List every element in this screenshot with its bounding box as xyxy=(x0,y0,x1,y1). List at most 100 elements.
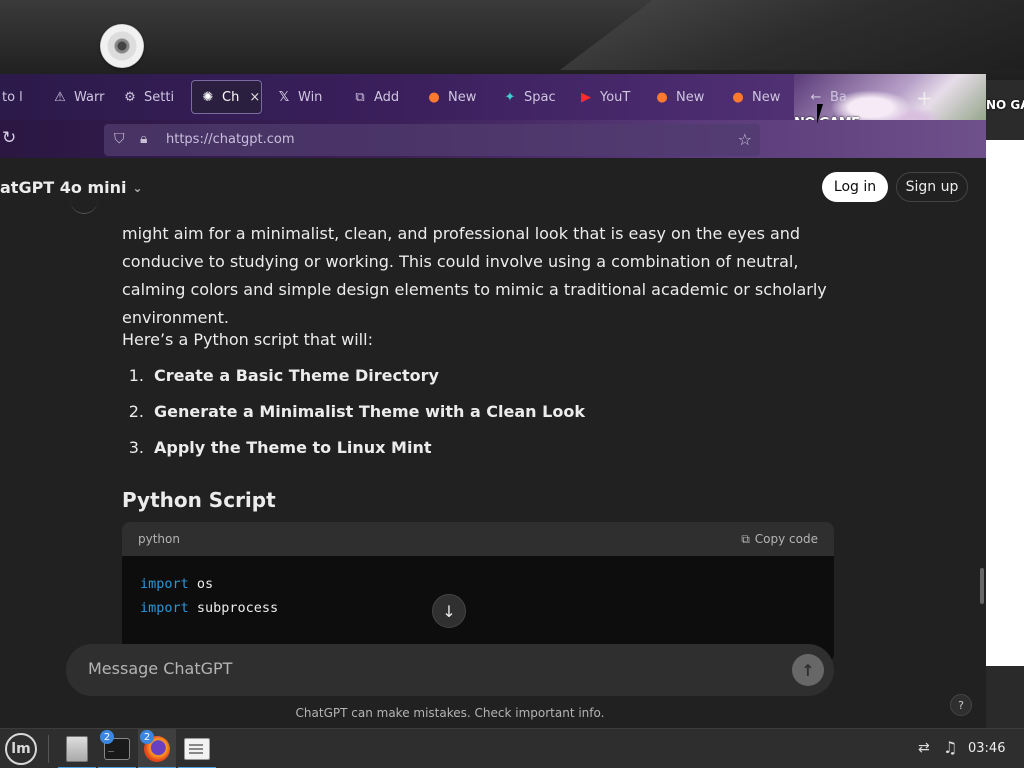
list-number: 2. xyxy=(128,402,144,421)
tab[interactable]: ● New xyxy=(722,80,786,114)
tab[interactable]: 𝕏 Win xyxy=(268,80,334,114)
send-button[interactable]: ↑ xyxy=(792,654,824,686)
disc-icon[interactable] xyxy=(100,24,144,68)
x-logo-icon: 𝕏 xyxy=(278,89,290,105)
scroll-down-button[interactable]: ↓ xyxy=(432,594,466,628)
code-body: import os import subprocess xyxy=(122,556,834,636)
tab[interactable]: ← Ba xyxy=(800,80,850,114)
taskbar-app-text-editor[interactable] xyxy=(178,729,216,768)
list-item: 1. Create a Basic Theme Directory xyxy=(122,366,439,385)
new-tab-button[interactable]: + xyxy=(916,86,933,110)
back-icon: ← xyxy=(810,89,822,105)
url-bar[interactable]: ⛉ 🔒︎ https://chatgpt.com ☆ xyxy=(104,124,760,156)
bookmark-star-icon[interactable]: ☆ xyxy=(738,130,752,149)
section-heading: Python Script xyxy=(122,488,276,512)
tab-label: Ba xyxy=(830,89,847,105)
tab-label: New xyxy=(752,89,781,105)
firefox-icon: ● xyxy=(732,89,744,105)
copy-code-label: Copy code xyxy=(754,532,818,546)
desktop-background xyxy=(0,0,1024,80)
list-item: 2. Generate a Minimalist Theme with a Cl… xyxy=(122,402,585,421)
warning-icon: ⚠ xyxy=(54,89,66,105)
tab-label: Spac xyxy=(524,89,556,105)
taskbar: lm _ 2 2 ⇄ ♫ 03:46 xyxy=(0,728,1024,768)
message-composer: ↑ xyxy=(66,644,834,696)
message-input[interactable] xyxy=(88,659,768,678)
taskbar-separator xyxy=(48,735,49,763)
code-language: python xyxy=(138,532,180,546)
firefox-icon: ● xyxy=(656,89,668,105)
spaces-icon: ✦ xyxy=(504,89,516,105)
firefox-icon: ● xyxy=(428,89,440,105)
tab-label: Warr xyxy=(74,89,105,105)
youtube-icon: ▶ xyxy=(581,89,591,105)
tab-label: Setti xyxy=(144,89,175,105)
tab[interactable]: ● New xyxy=(418,80,482,114)
code-header: python ⧉ Copy code xyxy=(122,522,834,556)
close-icon[interactable]: × xyxy=(249,90,260,105)
taskbar-app-firefox[interactable]: 2 xyxy=(138,729,176,768)
help-button[interactable]: ? xyxy=(950,694,972,716)
tab[interactable]: ⚙ Setti xyxy=(114,80,178,114)
login-button[interactable]: Log in xyxy=(822,172,888,202)
lock-icon[interactable]: 🔒︎ xyxy=(140,131,147,147)
chevron-down-icon: ⌄ xyxy=(132,180,143,195)
tab[interactable]: ▶ YouT xyxy=(570,80,636,114)
tab-bar: to l ⚠ Warr ⚙ Setti ✺ Ch × 𝕏 Win ⧉ Add ●… xyxy=(0,74,986,158)
file-manager-icon xyxy=(66,736,88,762)
model-name: atGPT 4o mini xyxy=(0,178,127,197)
list-number: 1. xyxy=(128,366,144,385)
taskbar-app-files[interactable] xyxy=(58,729,96,768)
tab-label: YouT xyxy=(600,89,631,105)
clock[interactable]: 03:46 xyxy=(968,741,1005,756)
code-text: subprocess xyxy=(188,600,279,616)
tab-label: New xyxy=(676,89,705,105)
tab[interactable]: ✦ Spac xyxy=(494,80,560,114)
scrollbar-thumb[interactable] xyxy=(980,568,984,604)
list-number: 3. xyxy=(128,438,144,457)
linux-mint-menu-button[interactable]: lm xyxy=(5,733,37,765)
tab[interactable]: to l xyxy=(0,80,44,114)
response-intro: Here’s a Python script that will: xyxy=(122,330,373,349)
model-selector[interactable]: atGPT 4o mini ⌄ xyxy=(0,178,143,197)
copy-code-button[interactable]: ⧉ Copy code xyxy=(741,532,818,547)
taskbar-app-terminal[interactable]: _ 2 xyxy=(98,729,136,768)
shield-icon[interactable]: ⛉ xyxy=(114,131,125,147)
code-block: python ⧉ Copy code import os import subp… xyxy=(122,522,834,662)
navigation-bar: ↻ ⛉ 🔒︎ https://chatgpt.com ☆ xyxy=(0,120,986,158)
assistant-avatar xyxy=(70,200,98,214)
desktop-background-bottom xyxy=(986,666,1024,728)
chatgpt-page: atGPT 4o mini ⌄ Log in Sign up might aim… xyxy=(0,158,986,728)
tab[interactable]: ● New xyxy=(646,80,710,114)
network-disconnected-icon[interactable]: ⇄ xyxy=(918,740,930,756)
signup-button[interactable]: Sign up xyxy=(896,172,968,202)
list-text: Generate a Minimalist Theme with a Clean… xyxy=(154,402,585,421)
code-line: import os xyxy=(140,572,816,596)
text-editor-icon xyxy=(184,738,210,760)
code-line: import subprocess xyxy=(140,596,816,620)
music-note-icon[interactable]: ♫ xyxy=(943,738,957,757)
reload-icon[interactable]: ↻ xyxy=(2,128,16,148)
theme-art-text: NO GAME xyxy=(986,98,1024,112)
arrow-down-icon: ↓ xyxy=(442,601,456,621)
list-item: 3. Apply the Theme to Linux Mint xyxy=(122,438,432,457)
code-keyword: import xyxy=(140,600,189,616)
tab-chatgpt[interactable]: ✺ Ch × xyxy=(191,80,262,114)
window-count-badge: 2 xyxy=(100,730,114,744)
background-window xyxy=(986,140,1024,666)
tab-label: Add xyxy=(374,89,400,105)
chatgpt-icon: ✺ xyxy=(202,89,214,105)
tab[interactable]: ⚠ Warr xyxy=(44,80,106,114)
copy-icon: ⧉ xyxy=(741,531,750,546)
puzzle-icon: ⧉ xyxy=(355,89,365,105)
url-text[interactable]: https://chatgpt.com xyxy=(166,132,295,147)
tab-label: New xyxy=(448,89,477,105)
window-count-badge: 2 xyxy=(140,730,154,744)
list-text: Create a Basic Theme Directory xyxy=(154,366,439,385)
tab[interactable]: ⧉ Add xyxy=(344,80,406,114)
tab-label: Win xyxy=(298,89,323,105)
mouse-cursor-icon xyxy=(817,104,823,124)
code-text: os xyxy=(188,576,214,592)
browser-window: to l ⚠ Warr ⚙ Setti ✺ Ch × 𝕏 Win ⧉ Add ●… xyxy=(0,74,986,728)
tab-label: Ch xyxy=(222,89,240,105)
